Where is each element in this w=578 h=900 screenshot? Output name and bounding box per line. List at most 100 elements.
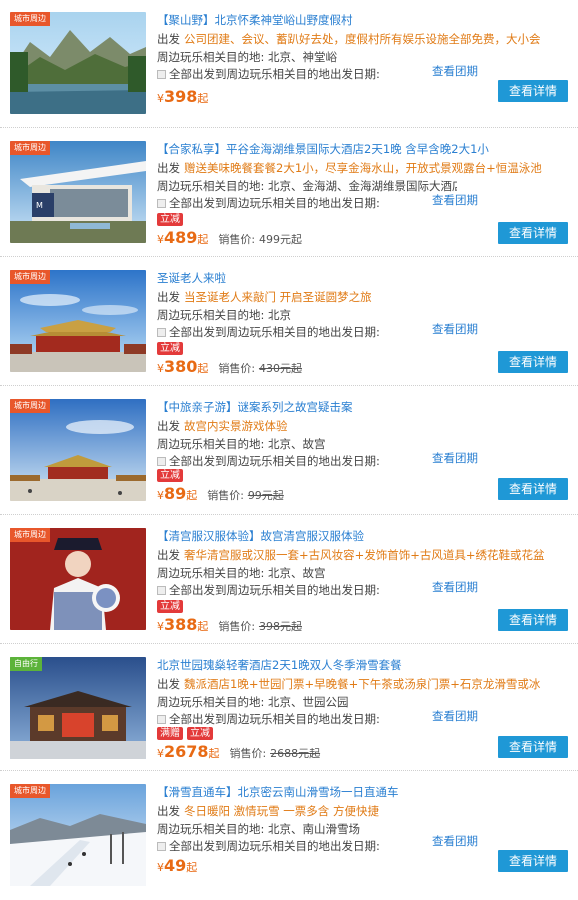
view-details-button[interactable]: 查看详情 bbox=[498, 80, 568, 102]
destinations: 周边玩乐相关目的地: 北京、金海湖、金海湖维景国际大酒店 bbox=[157, 179, 457, 193]
view-group-link[interactable]: 查看团期 bbox=[432, 708, 478, 724]
departure-text: 全部出发到周边玩乐相关目的地出发日期: bbox=[169, 325, 380, 339]
gift-tag: 满赠 bbox=[157, 727, 183, 740]
departure-dates: 全部出发到周边玩乐相关目的地出发日期: bbox=[157, 453, 427, 469]
ski-slope-image bbox=[10, 784, 146, 886]
view-details-button[interactable]: 查看详情 bbox=[498, 478, 568, 500]
original-price-label: 销售价: bbox=[218, 362, 256, 375]
discount-tag: 立减 bbox=[157, 342, 183, 355]
departure-dates: 全部出发到周边玩乐相关目的地出发日期: bbox=[157, 838, 427, 854]
price-block: ¥388起 销售价: 398元起 bbox=[157, 615, 302, 637]
destinations: 周边玩乐相关目的地: 北京、故宫 bbox=[157, 566, 326, 580]
resort-hotel-image bbox=[10, 657, 146, 759]
promo-tags: 立减 bbox=[157, 211, 187, 226]
product-thumbnail[interactable]: 城市周边 bbox=[10, 528, 146, 630]
product-title[interactable]: 【清宫服汉服体验】故宫清宫服汉服体验 bbox=[157, 528, 573, 544]
product-highlight: 出发 奢华清宫服或汉服一套+古风妆容+发饰首饰+古风道具+绣花鞋或花盆 bbox=[157, 547, 573, 563]
departure-dates: 全部出发到周边玩乐相关目的地出发日期: bbox=[157, 66, 427, 82]
departure-dates: 全部出发到周边玩乐相关目的地出发日期: bbox=[157, 324, 427, 340]
list-item: M 城市周边 【合家私享】平谷金海湖维景国际大酒店2天1晚 含早含晚2大1小 出… bbox=[0, 129, 578, 257]
departure-text: 全部出发到周边玩乐相关目的地出发日期: bbox=[169, 196, 380, 210]
product-title[interactable]: 圣诞老人来啦 bbox=[157, 270, 573, 286]
departure-text: 全部出发到周边玩乐相关目的地出发日期: bbox=[169, 839, 380, 853]
highlight-text: 冬日暖阳 激情玩雪 一票多含 方便快捷 bbox=[184, 804, 379, 818]
promo-tags: 立减 bbox=[157, 598, 187, 613]
view-details-button[interactable]: 查看详情 bbox=[498, 850, 568, 872]
list-item: 城市周边 圣诞老人来啦 出发 当圣诞老人来敲门 开启圣诞圆梦之旅 周边玩乐相关目的… bbox=[0, 258, 578, 386]
product-title[interactable]: 【聚山野】北京怀柔神堂峪山野度假村 bbox=[157, 12, 573, 28]
product-thumbnail[interactable]: 城市周边 bbox=[10, 399, 146, 501]
checkbox-icon[interactable] bbox=[157, 70, 166, 79]
view-group-link[interactable]: 查看团期 bbox=[432, 63, 478, 79]
departure-label: 出发 bbox=[157, 548, 180, 562]
category-badge: 城市周边 bbox=[10, 141, 50, 155]
price-block: ¥489起 销售价: 499元起 bbox=[157, 228, 302, 250]
original-price-label: 销售价: bbox=[218, 233, 256, 246]
price-value: 398 bbox=[164, 87, 198, 106]
checkbox-icon[interactable] bbox=[157, 715, 166, 724]
product-title[interactable]: 北京世园瑰燊轻奢酒店2天1晚双人冬季滑雪套餐 bbox=[157, 657, 573, 673]
category-badge: 城市周边 bbox=[10, 784, 50, 798]
price-suffix: 起 bbox=[197, 620, 209, 633]
checkbox-icon[interactable] bbox=[157, 457, 166, 466]
highlight-text: 公司团建、会议、蓄趴好去处，度假村所有娱乐设施全部免费，大小会 bbox=[184, 32, 541, 46]
palace-image bbox=[10, 270, 146, 372]
price-block: ¥2678起 销售价: 2688元起 bbox=[157, 742, 320, 764]
price-value: 2678 bbox=[164, 742, 209, 761]
product-thumbnail[interactable]: 城市周边 bbox=[10, 12, 146, 114]
view-details-button[interactable]: 查看详情 bbox=[498, 736, 568, 758]
original-price: 499元起 bbox=[258, 233, 302, 246]
product-thumbnail[interactable]: M 城市周边 bbox=[10, 141, 146, 243]
product-thumbnail[interactable]: 城市周边 bbox=[10, 270, 146, 372]
hotel-image: M bbox=[10, 141, 146, 243]
product-title[interactable]: 【滑雪直通车】北京密云南山滑雪场一日直通车 bbox=[157, 784, 573, 800]
departure-label: 出发 bbox=[157, 161, 180, 175]
highlight-text: 奢华清宫服或汉服一套+古风妆容+发饰首饰+古风道具+绣花鞋或花盆 bbox=[184, 548, 545, 562]
price-block: ¥49起 bbox=[157, 856, 207, 878]
product-highlight: 出发 冬日暖阳 激情玩雪 一票多含 方便快捷 bbox=[157, 803, 573, 819]
product-thumbnail[interactable]: 自由行 bbox=[10, 657, 146, 759]
departure-label: 出发 bbox=[157, 32, 180, 46]
checkbox-icon[interactable] bbox=[157, 328, 166, 337]
departure-dates: 全部出发到周边玩乐相关目的地出发日期: bbox=[157, 582, 427, 598]
original-price-label: 销售价: bbox=[207, 489, 244, 502]
promo-tags: 立减 bbox=[157, 467, 187, 482]
product-title[interactable]: 【合家私享】平谷金海湖维景国际大酒店2天1晚 含早含晚2大1小 bbox=[157, 141, 573, 157]
view-group-link[interactable]: 查看团期 bbox=[432, 833, 478, 849]
price-suffix: 起 bbox=[197, 92, 209, 105]
view-details-button[interactable]: 查看详情 bbox=[498, 351, 568, 373]
promo-tags: 立减 bbox=[157, 340, 187, 355]
view-group-link[interactable]: 查看团期 bbox=[432, 450, 478, 466]
promo-tags: 满赠 立减 bbox=[157, 725, 217, 740]
checkbox-icon[interactable] bbox=[157, 586, 166, 595]
product-title[interactable]: 【中旅亲子游】谜案系列之故宫疑击案 bbox=[157, 399, 573, 415]
destinations: 周边玩乐相关目的地: 北京 bbox=[157, 308, 292, 322]
discount-tag: 立减 bbox=[187, 727, 213, 740]
original-price: 398元起 bbox=[258, 620, 302, 633]
view-details-button[interactable]: 查看详情 bbox=[498, 609, 568, 631]
list-item: 城市周边 【聚山野】北京怀柔神堂峪山野度假村 出发 公司团建、会议、蓄趴好去处，度… bbox=[0, 0, 578, 128]
category-badge: 自由行 bbox=[10, 657, 42, 671]
product-highlight: 出发 魏派酒店1晚+世园门票+早晚餐+下午茶或汤泉门票+石京龙滑雪或冰 bbox=[157, 676, 573, 692]
product-thumbnail[interactable]: 城市周边 bbox=[10, 784, 146, 886]
highlight-text: 故宫内实景游戏体验 bbox=[184, 419, 288, 433]
original-price-label: 销售价: bbox=[229, 747, 267, 760]
departure-label: 出发 bbox=[157, 677, 180, 691]
highlight-text: 当圣诞老人来敲门 开启圣诞圆梦之旅 bbox=[184, 290, 372, 304]
original-price: 99元起 bbox=[247, 489, 284, 502]
view-group-link[interactable]: 查看团期 bbox=[432, 321, 478, 337]
departure-label: 出发 bbox=[157, 419, 180, 433]
destinations: 周边玩乐相关目的地: 北京、神堂峪 bbox=[157, 50, 338, 64]
price-block: ¥380起 销售价: 430元起 bbox=[157, 357, 302, 379]
discount-tag: 立减 bbox=[157, 600, 183, 613]
list-item: 城市周边 【清宫服汉服体验】故宫清宫服汉服体验 出发 奢华清宫服或汉服一套+古风妆… bbox=[0, 516, 578, 644]
list-item: 城市周边 【滑雪直通车】北京密云南山滑雪场一日直通车 出发 冬日暖阳 激情玩雪 一… bbox=[0, 772, 578, 900]
view-details-button[interactable]: 查看详情 bbox=[498, 222, 568, 244]
price-block: ¥398起 bbox=[157, 87, 218, 109]
product-highlight: 出发 故宫内实景游戏体验 bbox=[157, 418, 573, 434]
view-group-link[interactable]: 查看团期 bbox=[432, 192, 478, 208]
view-group-link[interactable]: 查看团期 bbox=[432, 579, 478, 595]
checkbox-icon[interactable] bbox=[157, 842, 166, 851]
original-price: 430元起 bbox=[258, 362, 302, 375]
checkbox-icon[interactable] bbox=[157, 199, 166, 208]
